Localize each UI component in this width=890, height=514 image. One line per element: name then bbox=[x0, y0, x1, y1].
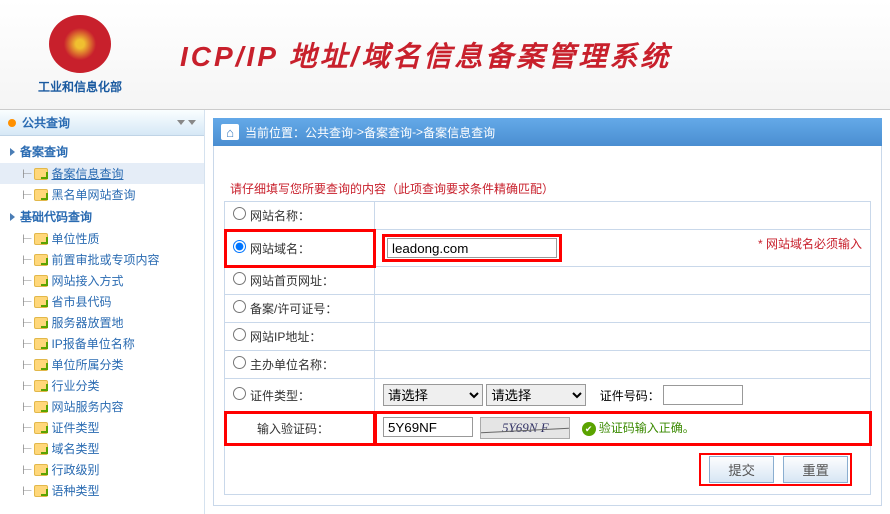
required-note: * 网站域名必须输入 bbox=[758, 235, 862, 252]
row-cert-type: 证件类型： 请选择 请选择 证件号码： bbox=[225, 379, 871, 412]
breadcrumb-part[interactable]: 公共查询 bbox=[305, 124, 353, 141]
radio-license[interactable] bbox=[233, 300, 246, 313]
page-icon bbox=[34, 275, 48, 287]
page-icon bbox=[34, 317, 48, 329]
page-icon bbox=[34, 233, 48, 245]
radio-domain[interactable] bbox=[233, 240, 246, 253]
tree-group-record-query[interactable]: 备案查询 bbox=[0, 140, 204, 163]
breadcrumb-sep: -> bbox=[353, 125, 364, 139]
system-title: ICP/IP 地址/域名信息备案管理系统 bbox=[180, 35, 671, 75]
emblem-icon: ★ bbox=[49, 15, 111, 73]
tree-group-basic-code-query[interactable]: 基础代码查询 bbox=[0, 205, 204, 228]
nav-item[interactable]: ⊢行业分类 bbox=[0, 375, 204, 396]
captcha-label: 输入验证码： bbox=[257, 422, 329, 436]
page-icon bbox=[34, 443, 48, 455]
main-content: ⌂ 当前位置： 公共查询 -> 备案查询 -> 备案信息查询 请仔细填写您所要查… bbox=[205, 110, 890, 514]
nav-item[interactable]: ⊢IP报备单位名称 bbox=[0, 333, 204, 354]
nav-item[interactable]: ⊢单位性质 bbox=[0, 228, 204, 249]
page-icon bbox=[34, 189, 48, 201]
select-cert-type-2[interactable]: 请选择 bbox=[486, 384, 586, 406]
nav-item[interactable]: ⊢省市县代码 bbox=[0, 291, 204, 312]
nav-item[interactable]: ⊢行政级别 bbox=[0, 459, 204, 480]
sidebar-title: 公共查询 bbox=[22, 114, 174, 131]
breadcrumb: ⌂ 当前位置： 公共查询 -> 备案查询 -> 备案信息查询 bbox=[213, 118, 882, 146]
page-icon bbox=[34, 485, 48, 497]
row-homepage: 网站首页网址： bbox=[225, 267, 871, 295]
home-icon[interactable]: ⌂ bbox=[221, 124, 239, 140]
page-icon bbox=[34, 254, 48, 266]
nav-tree: 备案查询 ⊢ 备案信息查询 ⊢ 黑名单网站查询 基础代码查询 ⊢单位性质 ⊢前置… bbox=[0, 136, 204, 505]
arrow-icon bbox=[10, 148, 15, 156]
sidebar-section-header[interactable]: 公共查询 bbox=[0, 110, 204, 136]
captcha-image[interactable]: 5Y69N F bbox=[480, 417, 570, 439]
page-icon bbox=[34, 422, 48, 434]
nav-item[interactable]: ⊢语种类型 bbox=[0, 480, 204, 501]
breadcrumb-prefix: 当前位置： bbox=[245, 124, 305, 141]
breadcrumb-part[interactable]: 备案查询 bbox=[364, 124, 412, 141]
row-captcha: 输入验证码： 5Y69N F 验证码输入正确。 bbox=[225, 412, 871, 445]
input-captcha[interactable] bbox=[383, 417, 473, 437]
nav-item[interactable]: ⊢证件类型 bbox=[0, 417, 204, 438]
input-domain[interactable] bbox=[387, 238, 557, 258]
query-form-table: 网站名称： 网站域名： * 网站域名必须输入 网站首页网址： 备案/许可证号： … bbox=[224, 201, 871, 495]
nav-item[interactable]: ⊢前置审批或专项内容 bbox=[0, 249, 204, 270]
nav-item[interactable]: ⊢网站接入方式 bbox=[0, 270, 204, 291]
breadcrumb-part: 备案信息查询 bbox=[423, 124, 495, 141]
radio-ip[interactable] bbox=[233, 328, 246, 341]
row-buttons: 提交 重置 bbox=[225, 445, 871, 495]
page-icon bbox=[34, 464, 48, 476]
breadcrumb-sep: -> bbox=[412, 125, 423, 139]
sidebar: 公共查询 备案查询 ⊢ 备案信息查询 ⊢ 黑名单网站查询 基础代码查询 bbox=[0, 110, 205, 514]
row-ip: 网站IP地址： bbox=[225, 323, 871, 351]
header: ★ 工业和信息化部 ICP/IP 地址/域名信息备案管理系统 bbox=[0, 0, 890, 110]
national-emblem: ★ 工业和信息化部 bbox=[40, 15, 120, 95]
row-site-name: 网站名称： bbox=[225, 202, 871, 230]
input-cert-number[interactable] bbox=[663, 385, 743, 405]
reset-button[interactable]: 重置 bbox=[783, 456, 848, 483]
page-icon bbox=[34, 338, 48, 350]
chevron-down-icon bbox=[188, 120, 196, 125]
page-icon bbox=[34, 168, 48, 180]
page-icon bbox=[34, 296, 48, 308]
chevron-down-icon bbox=[177, 120, 185, 125]
captcha-valid-msg: 验证码输入正确。 bbox=[582, 421, 695, 435]
cert-number-label: 证件号码： bbox=[600, 389, 660, 403]
radio-site-name[interactable] bbox=[233, 207, 246, 220]
page-icon bbox=[34, 380, 48, 392]
ministry-name: 工业和信息化部 bbox=[38, 78, 122, 95]
bullet-icon bbox=[8, 119, 16, 127]
nav-item[interactable]: ⊢单位所属分类 bbox=[0, 354, 204, 375]
select-cert-type-1[interactable]: 请选择 bbox=[383, 384, 483, 406]
nav-item-record-info-query[interactable]: ⊢ 备案信息查询 bbox=[0, 163, 204, 184]
row-license: 备案/许可证号： bbox=[225, 295, 871, 323]
radio-cert-type[interactable] bbox=[233, 387, 246, 400]
nav-item[interactable]: ⊢网站服务内容 bbox=[0, 396, 204, 417]
radio-sponsor[interactable] bbox=[233, 356, 246, 369]
nav-item-blacklist-query[interactable]: ⊢ 黑名单网站查询 bbox=[0, 184, 204, 205]
radio-homepage[interactable] bbox=[233, 272, 246, 285]
nav-item[interactable]: ⊢域名类型 bbox=[0, 438, 204, 459]
arrow-icon bbox=[10, 213, 15, 221]
page-icon bbox=[34, 401, 48, 413]
nav-item[interactable]: ⊢服务器放置地 bbox=[0, 312, 204, 333]
submit-button[interactable]: 提交 bbox=[709, 456, 774, 483]
row-sponsor: 主办单位名称： bbox=[225, 351, 871, 379]
form-instruction: 请仔细填写您所要查询的内容（此项查询要求条件精确匹配） bbox=[224, 176, 871, 201]
page-icon bbox=[34, 359, 48, 371]
row-domain: 网站域名： * 网站域名必须输入 bbox=[225, 230, 871, 267]
